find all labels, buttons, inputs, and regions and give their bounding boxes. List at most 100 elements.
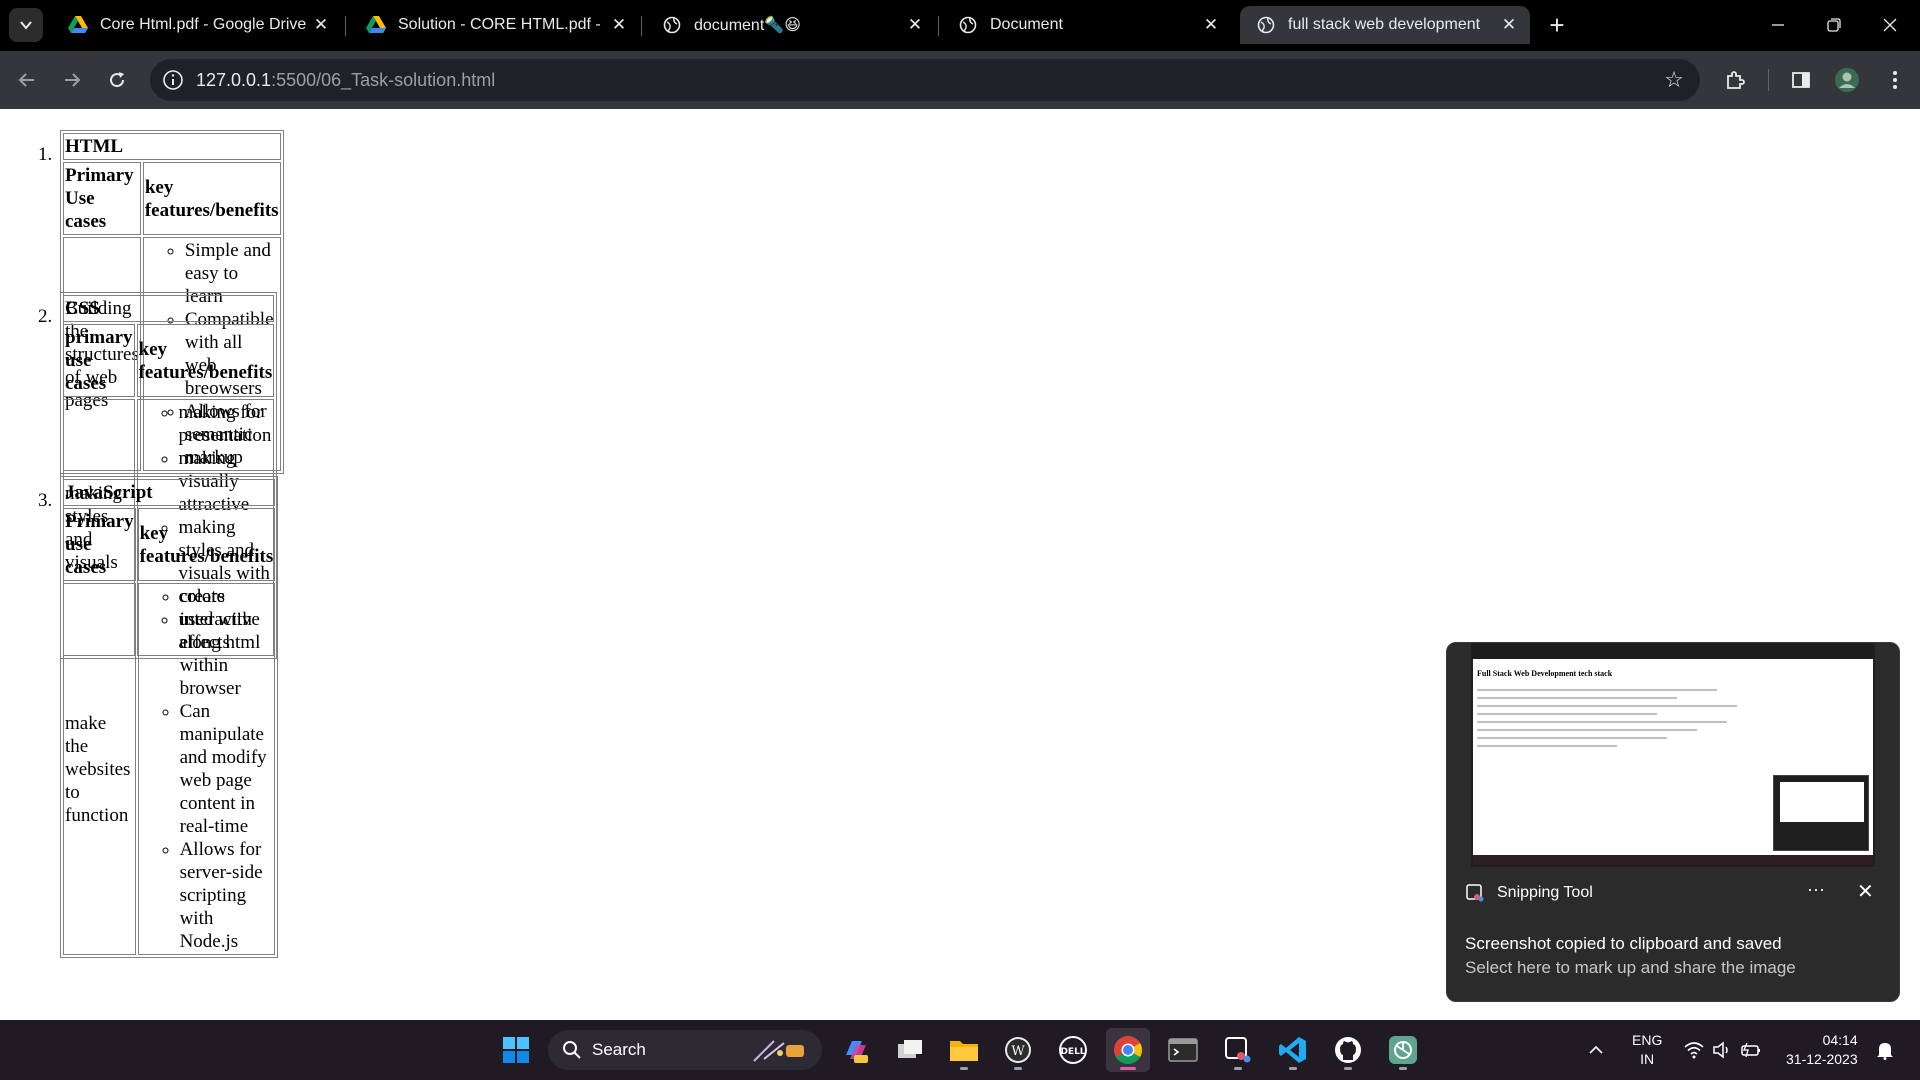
col-header-use-cases: Primary use cases: [63, 508, 136, 581]
taskbar-dell[interactable]: DELL: [1051, 1028, 1095, 1072]
browser-tab-strip: Core Html.pdf - Google Drive ✕ Solution …: [0, 0, 1920, 51]
minimize-button[interactable]: [1750, 6, 1806, 44]
taskbar-chatgpt[interactable]: [1381, 1028, 1425, 1072]
battery-icon: [1741, 1042, 1760, 1058]
language-indicator[interactable]: ENG IN: [1632, 1020, 1662, 1080]
screenshot-preview[interactable]: Full Stack Web Development tech stack: [1471, 643, 1875, 867]
snipping-tool-icon: [1225, 1037, 1251, 1063]
more-vertical-icon: [1893, 71, 1897, 89]
restore-button[interactable]: [1806, 6, 1862, 44]
terminal-icon: [1168, 1038, 1198, 1062]
preview-tab-bar: [1473, 645, 1873, 659]
list-number: 3.: [38, 490, 53, 511]
close-window-button[interactable]: [1862, 6, 1918, 44]
taskbar-search[interactable]: Search: [548, 1030, 822, 1070]
tab-solution[interactable]: Solution - CORE HTML.pdf - Go ✕: [350, 6, 640, 44]
search-highlight-icon: [753, 1040, 804, 1062]
tab-document-emoji[interactable]: document🔦😆 ✕: [646, 6, 936, 44]
bookmark-star-icon[interactable]: ☆: [1662, 68, 1686, 92]
windows-taskbar: Search W DELL ENG IN 04:14 31-12-2023: [0, 1020, 1920, 1080]
new-tab-button[interactable]: +: [1542, 10, 1572, 40]
snipping-tool-notification[interactable]: Full Stack Web Development tech stack Sn…: [1446, 642, 1900, 1002]
back-button[interactable]: [10, 63, 44, 97]
list-item: Allows for server-side scripting with No…: [180, 838, 274, 953]
tab-title: Document: [990, 16, 1063, 33]
taskbar-task-view[interactable]: [888, 1028, 932, 1072]
tab-document[interactable]: Document ✕: [942, 6, 1232, 44]
chrome-icon: [1114, 1036, 1142, 1064]
close-icon[interactable]: ✕: [308, 12, 334, 38]
close-icon[interactable]: ✕: [1198, 12, 1224, 38]
tab-full-stack[interactable]: full stack web development ✕: [1240, 6, 1530, 44]
taskbar-file-explorer[interactable]: [942, 1028, 986, 1072]
list-item: Can manipulate and modify web page conte…: [180, 700, 274, 838]
tab-core-html[interactable]: Core Html.pdf - Google Drive ✕: [52, 6, 342, 44]
notification-subtitle: Select here to mark up and share the ima…: [1465, 958, 1796, 977]
tab-title: Core Html.pdf - Google Drive: [100, 16, 307, 33]
side-panel-button[interactable]: [1786, 65, 1816, 95]
wordpad-icon: W: [1005, 1037, 1031, 1063]
running-indicator: [1234, 1067, 1242, 1070]
close-icon[interactable]: ✕: [606, 12, 632, 38]
more-options-icon[interactable]: ···: [1807, 879, 1825, 900]
preview-text-line: [1477, 713, 1657, 715]
search-icon: [563, 1041, 581, 1059]
tab-search-button[interactable]: [9, 8, 43, 42]
taskbar-vscode[interactable]: [1271, 1028, 1315, 1072]
info-icon[interactable]: [162, 69, 184, 91]
preview-text-line: [1477, 689, 1717, 691]
taskbar-wordpad[interactable]: W: [996, 1028, 1040, 1072]
reload-button[interactable]: [100, 63, 134, 97]
bell-icon: [1877, 1043, 1893, 1060]
col-header-use-cases: primary use cases: [63, 324, 135, 397]
list-number: 1.: [38, 144, 53, 165]
notification-app-row: Snipping Tool: [1465, 883, 1593, 903]
tab-divider: [345, 16, 346, 36]
quick-settings-button[interactable]: [1684, 1020, 1762, 1080]
task-view-icon: [898, 1040, 922, 1058]
javascript-table: JavaScript Primary use cases key feature…: [60, 476, 279, 958]
preview-nested-notification: [1773, 775, 1869, 851]
google-drive-icon: [366, 15, 386, 35]
svg-text:W: W: [1011, 1044, 1025, 1059]
url-text: 127.0.0.1:5500/06_Task-solution.html: [196, 70, 495, 91]
running-indicator: [1344, 1067, 1352, 1070]
extensions-button[interactable]: [1720, 65, 1750, 95]
table-title: JavaScript: [63, 479, 276, 506]
taskbar-github[interactable]: [1326, 1028, 1370, 1072]
vscode-icon: [1279, 1037, 1306, 1063]
arrow-left-icon: [18, 73, 34, 87]
profile-avatar[interactable]: [1832, 65, 1862, 95]
tab-divider: [641, 16, 642, 36]
running-indicator: [1289, 1067, 1297, 1070]
svg-text:DELL: DELL: [1060, 1047, 1085, 1057]
side-panel-icon: [1792, 72, 1810, 88]
list-item: create interactive effects within browse…: [180, 585, 274, 700]
notification-app-name: Snipping Tool: [1497, 884, 1593, 901]
globe-icon: [662, 15, 682, 35]
col-header-features: key features/benefits: [136, 324, 275, 397]
forward-button[interactable]: [55, 63, 89, 97]
tab-title: Solution - CORE HTML.pdf - Go: [398, 16, 606, 33]
wifi-icon: [1684, 1042, 1704, 1059]
tab-divider: [938, 16, 939, 36]
address-bar[interactable]: 127.0.0.1:5500/06_Task-solution.html ☆: [150, 59, 1700, 101]
close-icon[interactable]: ✕: [1857, 879, 1874, 904]
clock[interactable]: 04:14 31-12-2023: [1786, 1020, 1858, 1080]
col-header-use-cases: Primary Use cases: [63, 162, 141, 235]
taskbar-copilot[interactable]: [833, 1028, 877, 1072]
taskbar-terminal[interactable]: [1161, 1028, 1205, 1072]
notification-bell-button[interactable]: [1876, 1020, 1894, 1080]
start-button[interactable]: [494, 1028, 538, 1072]
windows-logo-icon: [503, 1037, 529, 1063]
taskbar-chrome[interactable]: [1106, 1028, 1150, 1072]
tab-title: full stack web development: [1288, 16, 1481, 33]
menu-button[interactable]: [1880, 65, 1910, 95]
col-header-features: key features/benefits: [142, 162, 281, 235]
taskbar-snipping-tool[interactable]: [1216, 1028, 1260, 1072]
toolbar-divider: [1768, 69, 1769, 91]
preview-text-line: [1477, 729, 1697, 731]
tray-overflow-button[interactable]: [1588, 1020, 1604, 1080]
close-icon[interactable]: ✕: [1496, 12, 1522, 38]
close-icon[interactable]: ✕: [902, 12, 928, 38]
